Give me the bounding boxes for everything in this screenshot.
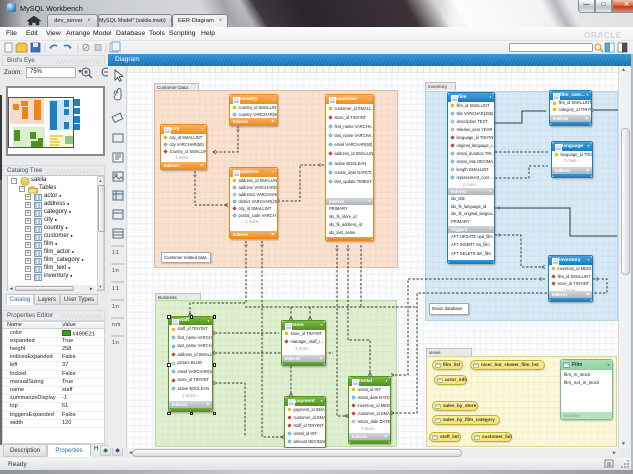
svg-text:1:n: 1:n — [112, 340, 119, 346]
svg-text:1:1: 1:1 — [112, 250, 119, 256]
svg-text:n:m: n:m — [112, 322, 120, 328]
svg-text:1:n: 1:n — [112, 304, 119, 310]
svg-text:1:1: 1:1 — [112, 286, 119, 292]
svg-text:1:n: 1:n — [112, 268, 119, 274]
